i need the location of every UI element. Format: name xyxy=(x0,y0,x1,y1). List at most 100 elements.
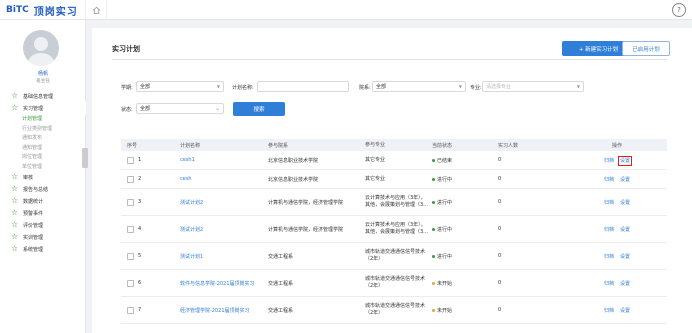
chevron-down-icon: ▼ xyxy=(216,84,220,89)
sidebar-item-label: 基础信息管理 xyxy=(23,93,54,100)
settings-link[interactable]: 设置 xyxy=(620,200,630,206)
cell-no: 4 xyxy=(121,225,177,233)
archive-link[interactable]: 归档 xyxy=(604,177,614,183)
cell-status: 进行中 xyxy=(429,253,495,260)
settings-link[interactable]: 设置 xyxy=(620,227,630,233)
filter-dept-label: 院系: xyxy=(359,85,371,91)
cell-major: 城市轨道交通通信信号技术（2年） xyxy=(365,276,426,289)
active-plans-button[interactable]: 已启用计划 xyxy=(622,41,670,56)
cell-dept: 交通工程系 xyxy=(268,280,294,287)
sidebar-item-system[interactable]: ☆ 系统管理 xyxy=(0,243,86,255)
sidebar-item-report[interactable]: ☆ 报告与总结 xyxy=(0,183,86,195)
archive-link[interactable]: 归档 xyxy=(604,227,614,233)
star-icon: ☆ xyxy=(11,172,19,181)
sidebar-item-review[interactable]: ☆ 审核 xyxy=(0,171,86,183)
plan-name-link[interactable]: 测试计划2 xyxy=(177,199,265,206)
brand-logo[interactable]: BiTC 顶岗实习 xyxy=(6,3,78,18)
filter-plan-name-label: 计划名称: xyxy=(232,85,254,91)
star-icon: ☆ xyxy=(11,196,19,205)
sidebar-subitem-plan[interactable]: 计划管理 xyxy=(0,114,86,124)
plan-name-link[interactable]: 经济管理学院-2021届顶岗实习 xyxy=(177,307,265,314)
cell-status: 进行中 xyxy=(429,226,495,233)
status-select[interactable]: 全部 ⌄ xyxy=(136,103,224,114)
cell-dept: 交通工程系 xyxy=(268,307,294,314)
cell-count: 0 xyxy=(498,199,502,205)
row-number: 5 xyxy=(138,253,142,259)
major-select[interactable]: 请选择专业 ▼ xyxy=(482,81,584,92)
user-name: 杨帆 xyxy=(37,71,48,77)
settings-link[interactable]: 设置 xyxy=(617,155,633,166)
avatar xyxy=(23,30,59,66)
sidebar-item-internship[interactable]: ☆ 实习管理 xyxy=(0,102,86,114)
plan-name-link[interactable]: cesh1 xyxy=(177,157,265,163)
row-checkbox[interactable] xyxy=(127,306,134,314)
sidebar-subitem-notice-manage[interactable]: 通知管理 xyxy=(0,143,86,153)
row-checkbox[interactable] xyxy=(127,225,134,233)
table-row: 6 软件与信息学院-2021届顶岗实习 交通工程系 城市轨道交通通信信号技术（2年） 未… xyxy=(121,270,667,297)
sidebar-item-label: 报告与总结 xyxy=(23,186,49,193)
table-row: 5 测试计划1 交通工程系 城市轨道交通通信信号技术（2年） 进行中 0 归档 设置 xyxy=(121,243,667,270)
plan-name-link[interactable]: cesh xyxy=(177,176,265,182)
status-dot-icon xyxy=(432,158,435,162)
settings-link[interactable]: 设置 xyxy=(620,177,630,183)
row-checkbox[interactable] xyxy=(127,279,134,287)
sidebar-subitem-company[interactable]: 单位管理 xyxy=(0,162,86,172)
archive-link[interactable]: 归档 xyxy=(604,308,614,314)
sidebar-item-stats[interactable]: ☆ 数据统计 xyxy=(0,195,86,207)
filter-major-label: 专业: xyxy=(470,85,482,91)
dept-select-value: 全部 xyxy=(376,84,387,90)
sidebar-subitem-notice-publish[interactable]: 通知发布 xyxy=(0,133,86,143)
help-icon[interactable]: ? xyxy=(672,3,686,17)
cell-status: 未开始 xyxy=(429,280,495,287)
status-badge: 未开始 xyxy=(437,307,453,314)
sidebar-item-warning[interactable]: ☆ 预警事件 xyxy=(0,207,86,219)
dept-select[interactable]: 全部 ▼ xyxy=(372,81,466,92)
plan-name-link[interactable]: 测试计划1 xyxy=(177,253,265,260)
sidebar-item-label: 实训管理 xyxy=(23,234,44,241)
home-icon[interactable] xyxy=(85,0,107,20)
cell-no: 6 xyxy=(121,279,177,287)
settings-link[interactable]: 设置 xyxy=(620,254,630,260)
plan-name-link[interactable]: 软件与信息学院-2021届顶岗实习 xyxy=(177,280,265,287)
status-badge: 进行中 xyxy=(437,253,453,260)
term-select-value: 全部 xyxy=(140,84,151,90)
sidebar-nav: ☆ 基础信息管理 ☆ 实习管理 计划管理 行业类别管理 通知发布 通知管理 岗位… xyxy=(0,90,86,255)
cell-status: 未开始 xyxy=(429,307,495,314)
cell-no: 2 xyxy=(121,175,177,183)
search-button[interactable]: 搜索 xyxy=(233,102,285,116)
cell-status: 进行中 xyxy=(429,199,495,206)
sidebar-item-basic-info[interactable]: ☆ 基础信息管理 xyxy=(0,90,86,102)
sidebar-subitem-position[interactable]: 岗位管理 xyxy=(0,152,86,162)
sidebar-collapse-handle[interactable] xyxy=(82,148,88,168)
plan-name-link[interactable]: 测试计划2 xyxy=(177,226,265,233)
settings-link[interactable]: 设置 xyxy=(620,281,630,287)
archive-link[interactable]: 归档 xyxy=(604,254,614,260)
row-checkbox[interactable] xyxy=(127,156,134,164)
archive-link[interactable]: 归档 xyxy=(604,281,614,287)
cell-ops: 归档 设置 xyxy=(564,253,667,260)
settings-link[interactable]: 设置 xyxy=(620,308,630,314)
row-checkbox[interactable] xyxy=(127,252,134,260)
filter-term-label: 学期: xyxy=(121,85,133,91)
sidebar-item-label: 审核 xyxy=(23,174,34,181)
row-checkbox[interactable] xyxy=(127,175,134,183)
cell-no: 7 xyxy=(121,306,177,314)
row-number: 4 xyxy=(138,226,142,232)
sidebar-item-evaluation[interactable]: ☆ 评价管理 xyxy=(0,219,86,231)
col-header-major: 参与专业 xyxy=(365,141,386,148)
row-checkbox[interactable] xyxy=(127,198,134,206)
cell-major: 其它专业 xyxy=(365,156,386,163)
sidebar-subitem-industry[interactable]: 行业类别管理 xyxy=(0,124,86,134)
status-dot-icon xyxy=(432,254,435,258)
status-select-value: 全部 xyxy=(140,106,151,112)
archive-link[interactable]: 归档 xyxy=(604,158,614,164)
archive-link[interactable]: 归档 xyxy=(604,200,614,206)
col-header-no: 序号 xyxy=(127,142,138,149)
sidebar-item-training[interactable]: ☆ 实训管理 xyxy=(0,231,86,243)
cell-no: 5 xyxy=(121,252,177,260)
table-body: 1 cesh1 北京信息职业技术学院 其它专业 已结束 0 归档 设置 2 cesh 北京信息职业技… xyxy=(121,151,667,324)
cell-count: 0 xyxy=(498,176,502,182)
cell-dept: 计算机与通信学院，经济管理学院 xyxy=(268,226,344,233)
plan-name-input[interactable] xyxy=(257,81,349,92)
term-select[interactable]: 全部 ▼ xyxy=(136,81,224,92)
